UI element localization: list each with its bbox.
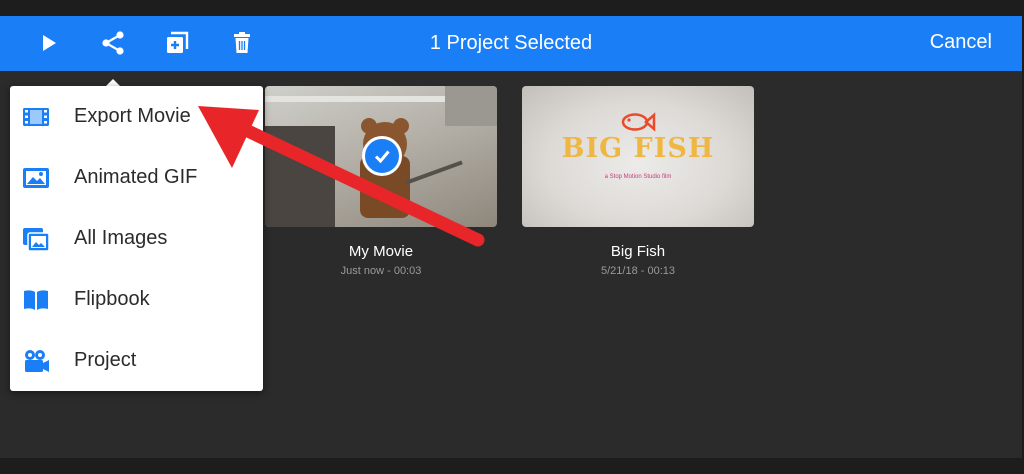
- camera-icon: [25, 350, 49, 372]
- images-icon: [23, 228, 50, 252]
- play-icon: [43, 35, 56, 51]
- cancel-button[interactable]: Cancel: [930, 31, 992, 54]
- share-button[interactable]: [96, 26, 130, 60]
- duplicate-icon: [167, 31, 189, 53]
- thumbnail-title: BIG FISH: [561, 133, 715, 164]
- project-name: Big Fish: [610, 243, 666, 260]
- duplicate-button[interactable]: [160, 26, 194, 60]
- delete-button[interactable]: [225, 26, 259, 60]
- selected-check-icon: [362, 136, 402, 176]
- image-icon: [23, 168, 49, 188]
- project-meta: Just now - 00:03: [340, 265, 422, 277]
- share-icon: [102, 31, 124, 55]
- selection-title: 1 Project Selected: [429, 32, 593, 54]
- menu-item-flipbook[interactable]: Flipbook: [10, 269, 263, 330]
- menu-item-label: All Images: [74, 227, 168, 249]
- project-thumbnail-big-fish[interactable]: BIG FISH a Stop Motion Studio film: [522, 86, 754, 227]
- trash-icon: [234, 32, 250, 53]
- toolbar: 1 Project Selected Cancel: [0, 16, 1022, 71]
- menu-item-project[interactable]: Project: [10, 330, 263, 391]
- menu-item-label: Animated GIF: [74, 166, 198, 188]
- project-meta: 5/21/18 - 00:13: [600, 265, 675, 277]
- menu-item-all-images[interactable]: All Images: [10, 208, 263, 269]
- app-screen: 1 Project Selected Cancel My Movie Just …: [0, 16, 1022, 458]
- play-button[interactable]: [32, 26, 66, 60]
- menu-item-label: Flipbook: [74, 288, 150, 310]
- menu-item-export-movie[interactable]: Export Movie: [10, 86, 263, 147]
- project-name: My Movie: [348, 243, 414, 260]
- menu-item-animated-gif[interactable]: Animated GIF: [10, 147, 263, 208]
- film-icon: [23, 108, 49, 126]
- menu-item-label: Project: [74, 349, 137, 371]
- menu-item-label: Export Movie: [74, 105, 191, 127]
- thumbnail-subtitle: a Stop Motion Studio film: [604, 174, 672, 180]
- book-icon: [24, 290, 48, 310]
- share-menu: Export Movie Animated GIF All Images Fli…: [10, 86, 263, 391]
- fish-icon: [621, 112, 656, 132]
- project-thumbnail-my-movie[interactable]: [265, 86, 497, 227]
